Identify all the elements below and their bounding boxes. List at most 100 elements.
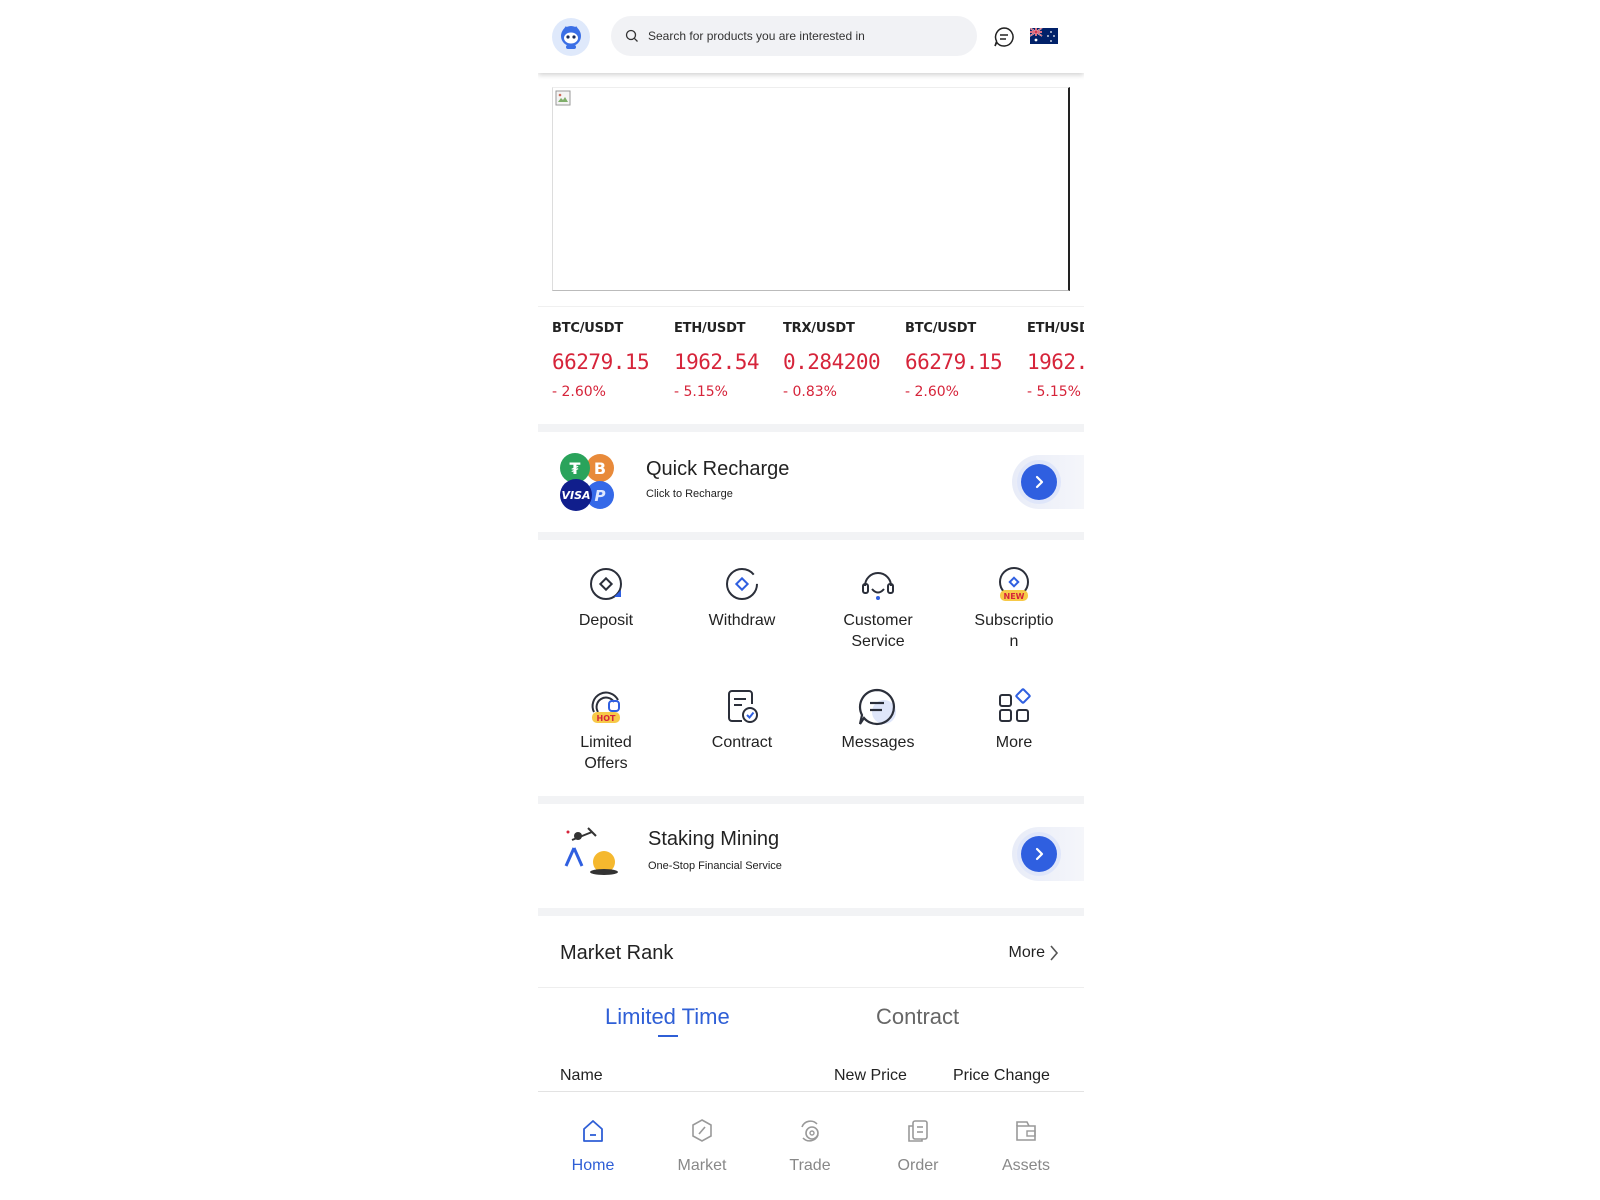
quick-recharge-go-button[interactable] [1012,455,1084,509]
ticker-item[interactable]: TRX/USDT 0.284200 - 0.83% [783,321,881,400]
nav-market[interactable]: Market [662,1118,742,1175]
order-icon [908,1120,928,1142]
market-rank-more-link[interactable]: More [1009,944,1060,962]
search-icon [625,29,638,42]
limited-offers-button[interactable]: HOT Limited Offers [538,686,674,774]
messages-icon [858,688,896,726]
column-new-price: New Price [834,1067,907,1084]
new-badge: NEW [1004,592,1025,601]
headset-icon [862,572,894,600]
banner-image[interactable] [552,87,1070,291]
hot-badge: HOT [597,714,616,723]
deposit-icon [590,568,622,600]
staking-mining-card[interactable]: Staking Mining One-Stop Financial Servic… [538,804,1084,904]
deposit-button[interactable]: Deposit [538,564,674,631]
messages-label: Messages [841,734,915,751]
ticker-price: 66279.15 [905,350,1003,374]
ticker-item[interactable]: BTC/USDT 66279.15 - 2.60% [552,321,650,400]
australia-flag-icon[interactable] [1030,28,1058,44]
mascot-icon [561,26,581,49]
search-bar[interactable] [611,16,977,56]
ticker-pair: BTC/USDT [905,321,977,336]
customer-service-label: Customer Service [843,612,913,650]
customer-service-button[interactable]: Customer Service [810,564,946,652]
ticker-price: 1962.54 [674,350,760,374]
messages-button[interactable]: Messages [810,686,946,753]
bottom-nav: Home Market Trade Order Assets [538,1104,1084,1200]
limited-offers-label: Limited Offers [580,734,632,772]
withdraw-icon [726,568,758,600]
svg-text:P: P [595,487,606,505]
visa-badge: VISA [561,489,590,502]
ticker-change: - 2.60% [905,384,959,400]
avatar[interactable] [552,18,590,56]
subscription-label: Subscriptio n [974,612,1054,650]
nav-order-label: Order [897,1157,939,1174]
ticker-item[interactable]: ETH/USDT 1962.54 - 5.15% [674,321,760,400]
search-input[interactable] [648,29,948,43]
top-header [538,0,1084,73]
market-icon [692,1119,712,1142]
contract-button[interactable]: Contract [674,686,810,753]
column-price-change: Price Change [953,1067,1050,1084]
column-name: Name [560,1067,603,1084]
nav-order[interactable]: Order [878,1118,958,1175]
staking-subtitle: One-Stop Financial Service [648,860,782,872]
quick-recharge-card[interactable]: B ₮ P VISA Quick Recharge Click to Recha… [538,432,1084,532]
nav-market-label: Market [677,1157,727,1174]
deposit-label: Deposit [578,612,634,629]
ticker-pair: ETH/USDT [674,321,746,336]
more-button[interactable]: More [946,686,1082,753]
chevron-right-icon [1050,945,1059,961]
tab-contract[interactable]: Contract [876,1004,959,1030]
arrow-button[interactable] [1021,836,1057,872]
chat-icon[interactable] [993,26,1015,48]
withdraw-button[interactable]: Withdraw [674,564,810,631]
more-label: More [995,734,1033,751]
staking-illustration-icon [564,827,618,875]
ticker-pair: ETH/USDT [1027,321,1084,336]
market-table-header: Name New Price Price Change [538,1058,1084,1092]
nav-home-label: Home [571,1157,615,1174]
ticker-change: - 2.60% [552,384,606,400]
wallet-icon [1016,1121,1036,1141]
broken-image-icon [555,90,571,106]
ticker-price: 66279.15 [552,350,650,374]
apps-grid-icon [999,688,1031,722]
ticker-strip[interactable]: BTC/USDT 66279.15 - 2.60% ETH/USDT 1962.… [538,306,1084,424]
ticker-price: 0.284200 [783,350,881,374]
chevron-right-icon [1035,475,1044,489]
market-rank-header: Market Rank More [538,918,1084,988]
quick-recharge-subtitle: Click to Recharge [646,488,733,500]
ticker-item[interactable]: BTC/USDT 66279.15 - 2.60% [905,321,1003,400]
nav-home[interactable]: Home [553,1118,633,1175]
tab-limited-time[interactable]: Limited Time [605,1004,730,1030]
staking-title: Staking Mining [648,828,780,850]
nav-assets[interactable]: Assets [986,1118,1066,1175]
ticker-price: 1962. [1027,350,1084,374]
contract-icon [728,690,758,723]
nav-trade-label: Trade [789,1157,831,1174]
ticker-change: - 0.83% [783,384,837,400]
market-rank-title: Market Rank [560,942,674,964]
ticker-item[interactable]: ETH/USDT 1962. - 5.15% [1027,321,1084,400]
svg-text:B: B [594,459,606,478]
section-divider [538,908,1084,916]
app-frame: BTC/USDT 66279.15 - 2.60% ETH/USDT 1962.… [538,0,1084,1200]
payment-methods-icon: B ₮ P VISA [560,453,614,511]
limited-offers-icon: HOT [591,691,620,723]
subscription-icon: NEW [999,567,1029,601]
quick-recharge-title: Quick Recharge [646,458,790,480]
staking-go-button[interactable] [1012,827,1084,881]
nav-trade[interactable]: Trade [770,1118,850,1175]
chevron-right-icon [1035,847,1044,861]
arrow-button[interactable] [1021,464,1057,500]
nav-assets-label: Assets [1001,1157,1050,1174]
section-divider [538,424,1084,432]
section-divider [538,796,1084,804]
contract-label: Contract [711,734,773,751]
ticker-pair: TRX/USDT [783,321,855,336]
subscription-button[interactable]: NEW Subscriptio n [946,564,1082,652]
svg-text:₮: ₮ [569,459,580,478]
ticker-pair: BTC/USDT [552,321,624,336]
